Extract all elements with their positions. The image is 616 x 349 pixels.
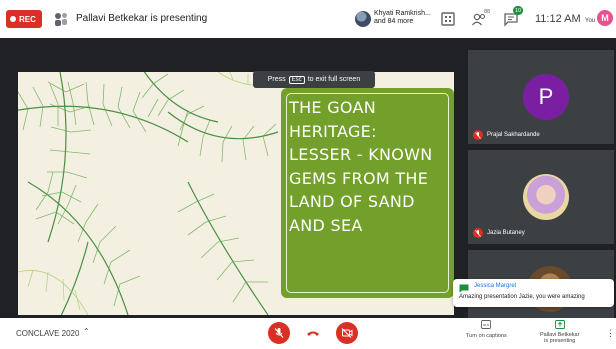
- record-dot-icon: [10, 16, 16, 22]
- title-line: LESSER - KNOWN: [289, 145, 433, 164]
- participants-panel: P Prajal Sakhardande Jazia Butaney: [456, 38, 616, 318]
- mic-off-icon: [473, 130, 483, 140]
- recording-label: REC: [19, 14, 36, 24]
- present-screen-icon: [554, 320, 565, 329]
- captions-label: Turn on captions: [466, 333, 507, 339]
- presentation-slide: THE GOAN HERITAGE: LESSER - KNOWN GEMS F…: [18, 72, 454, 315]
- exit-fullscreen-tip: Press Esc to exit full screen: [253, 71, 375, 88]
- chat-notification[interactable]: Jessica Margret Amazing presentation Jaz…: [453, 279, 614, 307]
- title-line: HERITAGE:: [289, 121, 377, 141]
- present-status-button[interactable]: Pallavi Betkekar is presenting: [540, 320, 579, 344]
- recording-badge: REC: [6, 10, 42, 28]
- chat-message: Amazing presentation Jazie, you were ama…: [459, 294, 585, 300]
- microphone-toggle-button[interactable]: [268, 322, 290, 344]
- message-icon: [459, 284, 469, 293]
- title-line: GEMS FROM THE: [289, 168, 429, 188]
- clock-time: 11:12 AM: [535, 13, 581, 25]
- speaker-avatar: [355, 11, 371, 27]
- slide-title-box: THE GOAN HERITAGE: LESSER - KNOWN GEMS F…: [281, 88, 454, 298]
- you-label: You: [585, 18, 596, 24]
- meeting-details-icon[interactable]: [440, 11, 456, 27]
- presentation-stage: THE GOAN HERITAGE: LESSER - KNOWN GEMS F…: [0, 38, 456, 318]
- captions-button[interactable]: Turn on captions: [466, 320, 507, 339]
- presenting-label-status: is presenting: [544, 338, 576, 344]
- top-bar: REC Pallavi Betkekar is presenting Khyat…: [0, 0, 616, 38]
- chevron-up-icon[interactable]: ⌃: [83, 327, 90, 336]
- participant-avatar: P: [523, 74, 569, 120]
- esc-key-hint: Esc: [288, 75, 305, 84]
- participant-count: 88: [484, 9, 491, 15]
- mic-off-icon: [473, 228, 483, 238]
- title-line: THE GOAN: [289, 98, 377, 117]
- more-options-icon[interactable]: ⋮: [606, 328, 615, 339]
- meeting-name: CONCLAVE 2020: [16, 329, 80, 338]
- captions-icon: [481, 320, 492, 329]
- self-avatar[interactable]: M: [597, 10, 613, 26]
- participant-photo: [523, 174, 569, 220]
- speaker-names: Khyati Ramkrish... and 84 more: [374, 10, 431, 25]
- camera-off-icon: [341, 328, 353, 338]
- mic-off-icon: [274, 328, 284, 338]
- bottom-bar: CONCLAVE 2020 ⌃ Turn on captions Pallavi…: [0, 318, 616, 349]
- presenter-icon: [55, 13, 67, 26]
- title-line: AND SEA: [289, 215, 363, 235]
- title-line: LAND OF SAND: [289, 192, 415, 211]
- slide-title: THE GOAN HERITAGE: LESSER - KNOWN GEMS F…: [289, 96, 449, 237]
- leave-call-button[interactable]: [302, 322, 324, 344]
- presenting-status: Pallavi Betkekar is presenting: [76, 13, 208, 24]
- chat-unread-badge: 10: [513, 6, 524, 15]
- hang-up-icon: [307, 331, 319, 336]
- chat-sender: Jessica Margret: [474, 283, 517, 289]
- participant-name: Prajal Sakhardande: [487, 132, 540, 138]
- camera-toggle-button[interactable]: [336, 322, 358, 344]
- participant-name: Jazia Butaney: [487, 230, 525, 236]
